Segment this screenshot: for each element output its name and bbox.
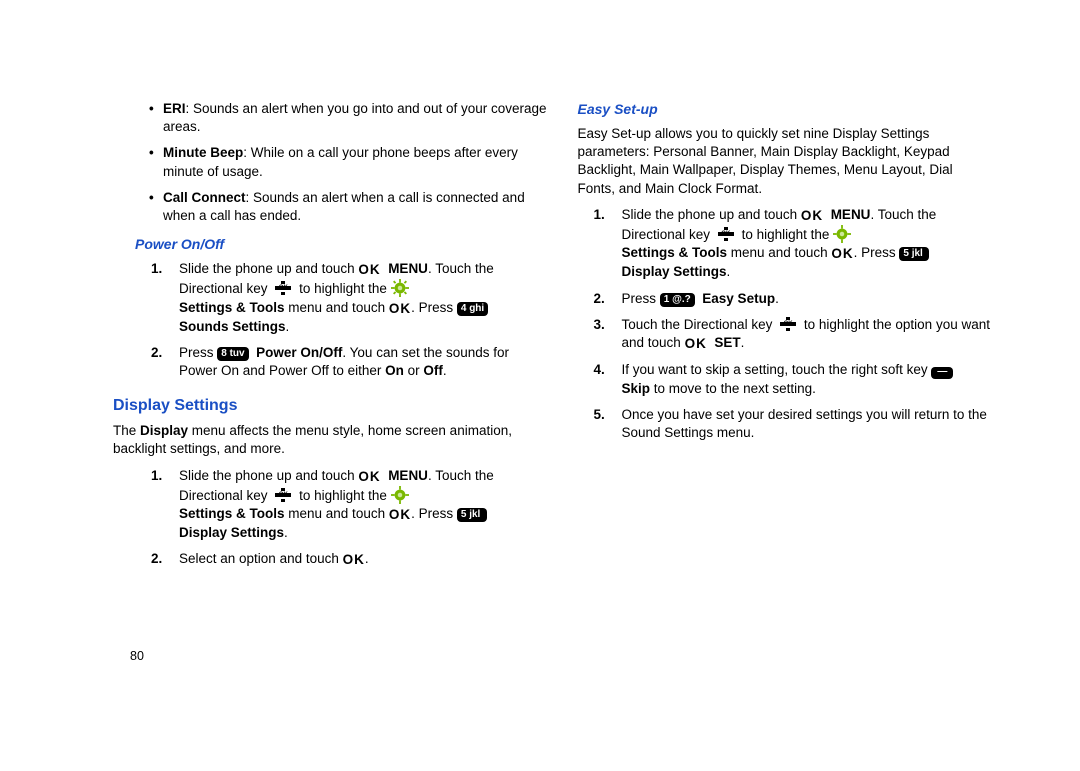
step-text: . Press	[854, 245, 900, 260]
directional-key-icon: OK	[714, 227, 738, 241]
step-number: 2.	[151, 550, 162, 568]
step-text: . Press	[411, 506, 457, 521]
ok-icon: OK	[358, 468, 380, 486]
sounds-settings-label: Sounds Settings	[179, 319, 286, 334]
right-soft-key-icon: —	[931, 367, 953, 379]
step-text: Select an option and touch	[179, 551, 343, 566]
easy-setup-label: Easy Setup	[702, 291, 775, 306]
step-number: 1.	[151, 260, 162, 278]
settings-tools-label: Settings & Tools	[179, 300, 285, 315]
term: Minute Beep	[163, 145, 243, 160]
off-label: Off	[423, 363, 443, 378]
step-text: . Press	[411, 300, 457, 315]
key-1-icon: 1 @.?	[660, 293, 695, 307]
step-text: to highlight the	[742, 227, 834, 242]
step-text: Slide the phone up and touch	[179, 468, 358, 483]
step-2: 2. Press 8 tuv Power On/Off. You can set…	[179, 344, 548, 380]
ok-icon: OK	[685, 335, 707, 353]
key-8-icon: 8 tuv	[217, 347, 248, 361]
step-3: 3. Touch the Directional key OK to highl…	[622, 316, 991, 353]
easy-setup-heading: Easy Set-up	[578, 100, 991, 119]
step-text: Press	[179, 345, 217, 360]
step-text: menu and touch	[727, 245, 831, 260]
step-text: to highlight the	[299, 281, 391, 296]
step-number: 2.	[151, 344, 162, 362]
key-5-icon: 5 jkl	[457, 508, 487, 522]
menu-label: MENU	[388, 468, 428, 483]
menu-label: MENU	[831, 207, 871, 222]
step-2: 2. Press 1 @.? Easy Setup.	[622, 290, 991, 308]
key-4-icon: 4 ghi	[457, 302, 488, 316]
step-text: Touch the Directional key	[622, 317, 777, 332]
power-onoff-heading: Power On/Off	[135, 235, 548, 254]
step-1: 1. Slide the phone up and touch OK MENU.…	[179, 467, 548, 543]
bullet-item: Minute Beep: While on a call your phone …	[163, 144, 548, 180]
power-steps: 1. Slide the phone up and touch OK MENU.…	[179, 260, 548, 380]
directional-key-icon: OK	[271, 281, 295, 295]
step-4: 4. If you want to skip a setting, touch …	[622, 361, 991, 397]
menu-label: MENU	[388, 261, 428, 276]
alert-bullet-list: ERI: Sounds an alert when you go into an…	[163, 100, 548, 225]
step-text: .	[443, 363, 447, 378]
ok-icon: OK	[389, 506, 411, 524]
step-number: 5.	[594, 406, 605, 424]
directional-key-icon: OK	[271, 488, 295, 502]
directional-key-icon: OK	[776, 317, 800, 331]
term: Call Connect	[163, 190, 246, 205]
step-text: to highlight the	[299, 488, 391, 503]
step-2: 2. Select an option and touch OK.	[179, 550, 548, 569]
step-text: .	[775, 291, 779, 306]
step-number: 1.	[594, 206, 605, 224]
key-5-icon: 5 jkl	[899, 247, 929, 261]
skip-label: Skip	[622, 381, 651, 396]
step-1: 1. Slide the phone up and touch OK MENU.…	[179, 260, 548, 336]
bullet-item: ERI: Sounds an alert when you go into an…	[163, 100, 548, 136]
term: ERI	[163, 101, 186, 116]
step-text: menu and touch	[285, 300, 389, 315]
display-intro: The Display menu affects the menu style,…	[113, 422, 548, 458]
step-text: .	[365, 551, 369, 566]
step-number: 1.	[151, 467, 162, 485]
step-text: .	[741, 335, 745, 350]
ok-icon: OK	[343, 551, 365, 569]
gear-icon	[391, 279, 409, 297]
power-onoff-label: Power On/Off	[256, 345, 342, 360]
page-number: 80	[130, 649, 144, 663]
gear-icon	[833, 225, 851, 243]
step-text: Slide the phone up and touch	[179, 261, 358, 276]
display-settings-label: Display Settings	[179, 525, 284, 540]
bullet-item: Call Connect: Sounds an alert when a cal…	[163, 189, 548, 225]
step-number: 2.	[594, 290, 605, 308]
step-5: 5. Once you have set your desired settin…	[622, 406, 991, 442]
on-label: On	[385, 363, 404, 378]
ok-icon: OK	[801, 207, 823, 225]
set-label: SET	[714, 335, 740, 350]
ok-icon: OK	[358, 261, 380, 279]
left-column: ERI: Sounds an alert when you go into an…	[40, 100, 548, 578]
display-steps: 1. Slide the phone up and touch OK MENU.…	[179, 467, 548, 570]
step-text: Once you have set your desired settings …	[622, 407, 987, 440]
step-number: 4.	[594, 361, 605, 379]
display-settings-heading: Display Settings	[113, 395, 548, 417]
step-text: Slide the phone up and touch	[622, 207, 801, 222]
step-text: or	[404, 363, 424, 378]
settings-tools-label: Settings & Tools	[179, 506, 285, 521]
ok-icon: OK	[389, 300, 411, 318]
display-settings-label: Display Settings	[622, 264, 727, 279]
step-text: to move to the next setting.	[654, 381, 816, 396]
ok-icon: OK	[831, 245, 853, 263]
step-1: 1. Slide the phone up and touch OK MENU.…	[622, 206, 991, 282]
settings-tools-label: Settings & Tools	[622, 245, 728, 260]
easy-setup-steps: 1. Slide the phone up and touch OK MENU.…	[622, 206, 991, 442]
step-text: menu and touch	[285, 506, 389, 521]
easy-setup-intro: Easy Set-up allows you to quickly set ni…	[578, 125, 991, 198]
step-number: 3.	[594, 316, 605, 334]
gear-icon	[391, 486, 409, 504]
right-column: Easy Set-up Easy Set-up allows you to qu…	[578, 100, 1041, 578]
step-text: If you want to skip a setting, touch the…	[622, 362, 932, 377]
bullet-text: : Sounds an alert when you go into and o…	[163, 101, 547, 134]
step-text: Press	[622, 291, 660, 306]
